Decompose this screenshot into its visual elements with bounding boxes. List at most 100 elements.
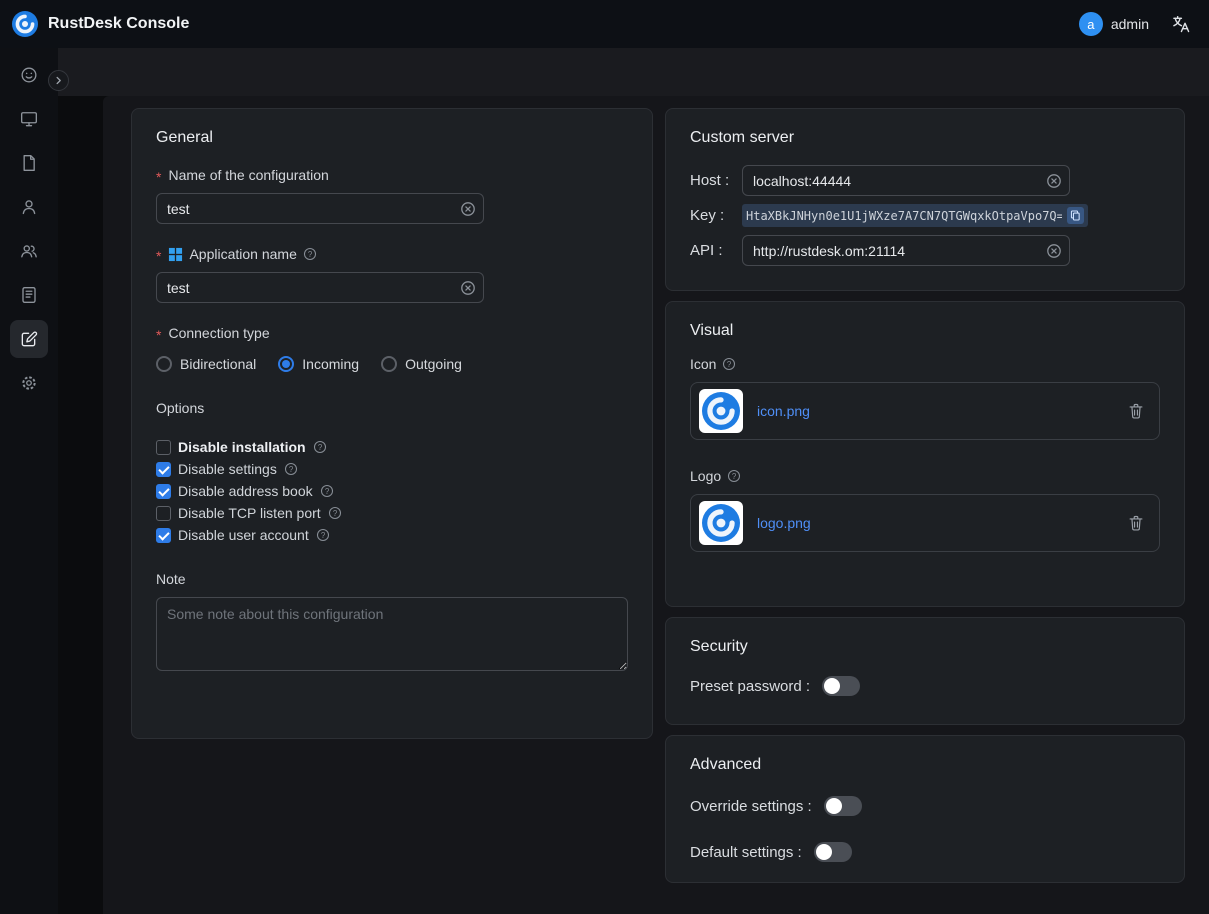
sidebar-item-dashboard[interactable]: [10, 56, 48, 94]
connection-type-group: Bidirectional Incoming Outgoing: [156, 356, 628, 372]
connection-type-radio[interactable]: Outgoing: [381, 356, 462, 372]
host-input[interactable]: [742, 165, 1070, 196]
connection-type-radio[interactable]: Incoming: [278, 356, 359, 372]
copy-icon[interactable]: [1067, 207, 1084, 224]
username: admin: [1111, 16, 1149, 32]
option-row[interactable]: Disable address book ?: [156, 480, 628, 502]
app-name-input[interactable]: [156, 272, 484, 303]
host-label: Host :: [690, 172, 742, 189]
checkbox-icon[interactable]: [156, 506, 171, 521]
checkbox-icon[interactable]: [156, 440, 171, 455]
name-input-wrap: [156, 193, 484, 224]
sidebar-item-custom-clients[interactable]: [10, 320, 48, 358]
help-icon[interactable]: ?: [727, 469, 741, 483]
trash-icon[interactable]: [1127, 402, 1145, 420]
sidebar-item-devices[interactable]: [10, 100, 48, 138]
sidebar-item-groups[interactable]: [10, 232, 48, 270]
connection-type-radio[interactable]: Bidirectional: [156, 356, 256, 372]
user-icon: [19, 197, 39, 217]
radio-icon[interactable]: [278, 356, 294, 372]
checkbox-icon[interactable]: [156, 462, 171, 477]
default-settings-toggle[interactable]: [814, 842, 852, 862]
help-icon[interactable]: ?: [320, 484, 334, 498]
logo-upload-box[interactable]: logo.png: [690, 494, 1160, 552]
options-list: Disable installation ? Disable settings …: [156, 436, 628, 546]
clear-icon[interactable]: [460, 201, 476, 217]
icon-file-link[interactable]: icon.png: [757, 403, 810, 419]
sidebar-item-documents[interactable]: [10, 144, 48, 182]
svg-text:?: ?: [732, 472, 737, 481]
default-settings-label: Default settings :: [690, 844, 802, 861]
radio-icon[interactable]: [381, 356, 397, 372]
checkbox-icon[interactable]: [156, 528, 171, 543]
user-menu[interactable]: a admin: [1079, 12, 1149, 36]
trash-icon[interactable]: [1127, 514, 1145, 532]
option-label: Disable address book: [178, 483, 313, 499]
option-row[interactable]: Disable user account ?: [156, 524, 628, 546]
radio-label: Outgoing: [405, 356, 462, 372]
clear-icon[interactable]: [460, 280, 476, 296]
advanced-card: Advanced Override settings : Default set…: [665, 735, 1185, 883]
face-icon: [19, 65, 39, 85]
icon-preview: [699, 389, 743, 433]
help-icon[interactable]: ?: [328, 506, 342, 520]
sidebar: [0, 48, 58, 914]
windows-icon: [168, 247, 183, 262]
advanced-title: Advanced: [690, 756, 1160, 774]
api-label: API :: [690, 242, 742, 259]
toolbar-strip: [58, 48, 1209, 96]
logo-label: Logo ?: [690, 468, 1160, 484]
options-label: Options: [156, 400, 628, 416]
radio-label: Bidirectional: [180, 356, 256, 372]
option-label: Disable installation: [178, 439, 306, 455]
svg-text:?: ?: [321, 531, 326, 540]
clear-icon[interactable]: [1046, 173, 1062, 189]
topbar-right: a admin: [1079, 12, 1191, 36]
key-value: HtaXBkJNHyn0e1U1jWXze7A7CN7QTGWqxkOtpaVp…: [746, 209, 1062, 223]
sidebar-expand-button[interactable]: [48, 70, 69, 91]
help-icon[interactable]: ?: [316, 528, 330, 542]
clear-icon[interactable]: [1046, 243, 1062, 259]
option-row[interactable]: Disable TCP listen port ?: [156, 502, 628, 524]
radio-icon[interactable]: [156, 356, 172, 372]
note-textarea[interactable]: [156, 597, 628, 671]
help-icon[interactable]: ?: [313, 440, 327, 454]
checkbox-icon[interactable]: [156, 484, 171, 499]
left-column: General Name of the configuration Applic…: [131, 108, 653, 739]
help-icon[interactable]: ?: [303, 247, 317, 261]
app-name-field: Application name ?: [156, 246, 628, 303]
custom-server-card: Custom server Host : Key : HtaXBkJNHyn0e…: [665, 108, 1185, 291]
option-label: Disable user account: [178, 527, 309, 543]
right-column: Custom server Host : Key : HtaXBkJNHyn0e…: [665, 108, 1185, 883]
sidebar-item-settings[interactable]: [10, 364, 48, 402]
brand: RustDesk Console: [12, 11, 189, 37]
help-icon[interactable]: ?: [722, 357, 736, 371]
name-input[interactable]: [156, 193, 484, 224]
sidebar-item-logs[interactable]: [10, 276, 48, 314]
option-row[interactable]: Disable installation ?: [156, 436, 628, 458]
language-icon[interactable]: [1171, 14, 1191, 34]
rustdesk-logo-icon: [12, 11, 38, 37]
api-row: API :: [690, 235, 1160, 266]
monitor-icon: [19, 109, 39, 129]
option-row[interactable]: Disable settings ?: [156, 458, 628, 480]
svg-text:?: ?: [317, 443, 322, 452]
app-name-input-wrap: [156, 272, 484, 303]
visual-card: Visual Icon ? icon.png Logo ?: [665, 301, 1185, 607]
override-settings-toggle[interactable]: [824, 796, 862, 816]
preset-password-label: Preset password :: [690, 678, 810, 695]
gear-icon: [19, 373, 39, 393]
option-label: Disable TCP listen port: [178, 505, 321, 521]
preset-password-row: Preset password :: [690, 676, 1160, 696]
help-icon[interactable]: ?: [284, 462, 298, 476]
name-field: Name of the configuration: [156, 167, 628, 224]
connection-type-field: Connection type Bidirectional Incoming O…: [156, 325, 628, 372]
name-label: Name of the configuration: [156, 167, 628, 183]
sidebar-item-users[interactable]: [10, 188, 48, 226]
app-name-label: Application name ?: [156, 246, 628, 262]
preset-password-toggle[interactable]: [822, 676, 860, 696]
avatar[interactable]: a: [1079, 12, 1103, 36]
api-input[interactable]: [742, 235, 1070, 266]
icon-upload-box[interactable]: icon.png: [690, 382, 1160, 440]
logo-file-link[interactable]: logo.png: [757, 515, 811, 531]
